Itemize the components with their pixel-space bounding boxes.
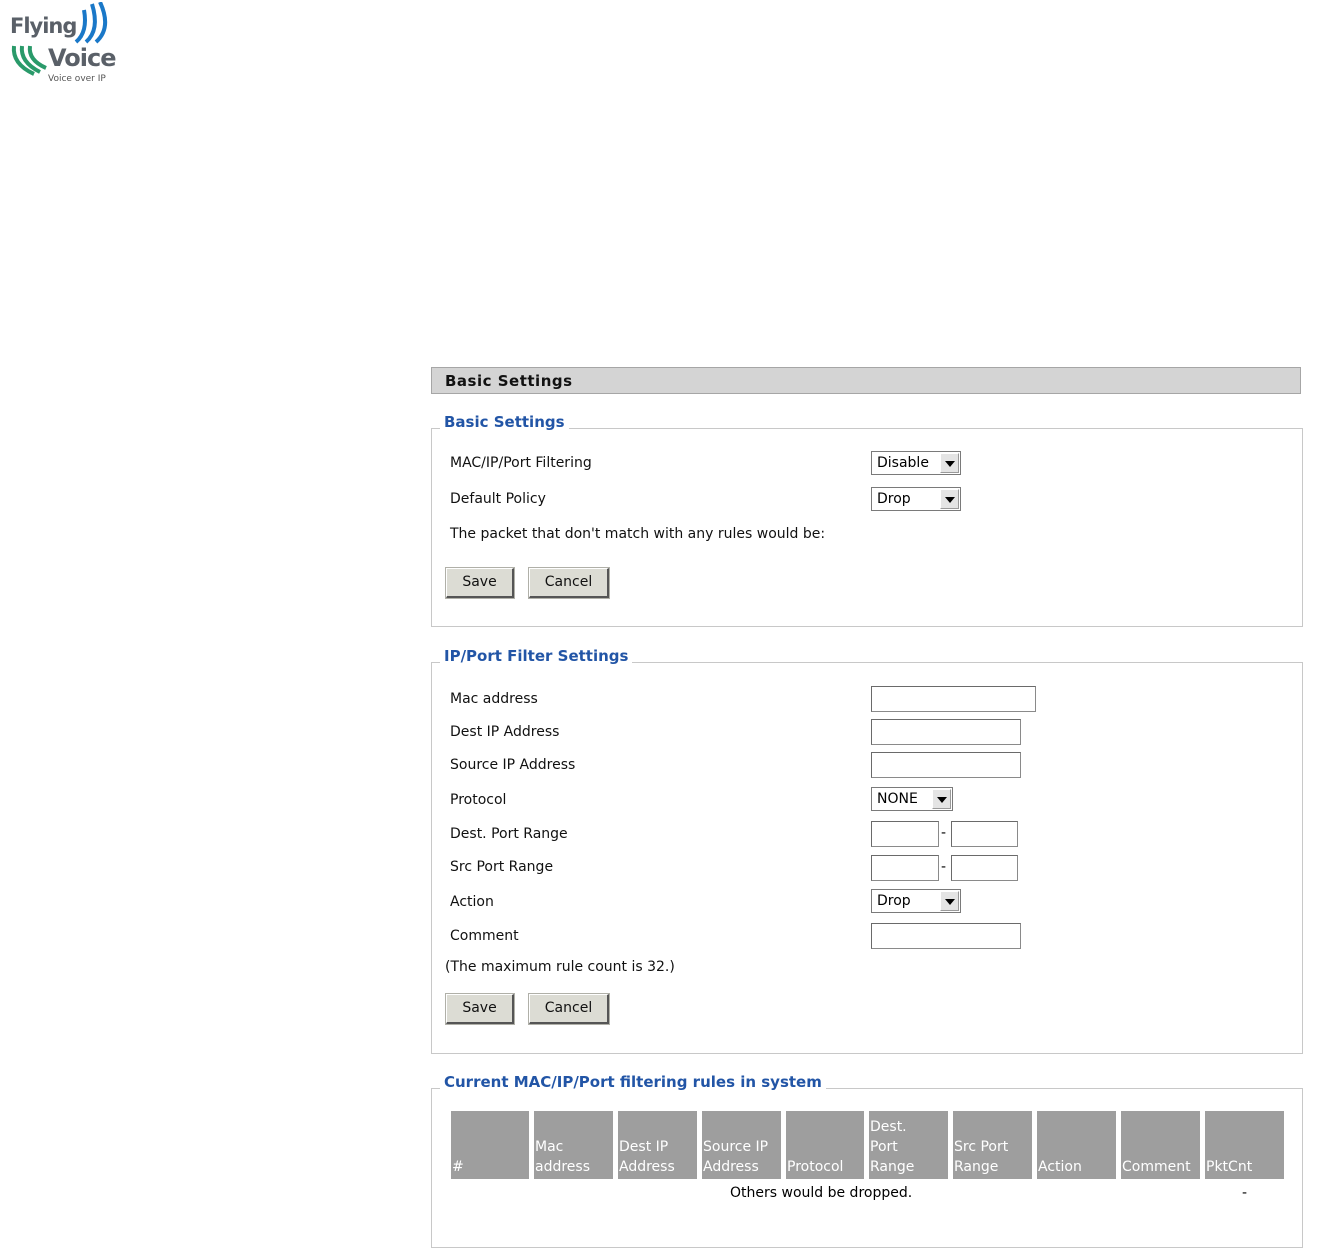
basic-save-button[interactable]: Save [445,567,515,599]
chevron-down-icon [932,789,951,809]
col-index: # [451,1111,529,1179]
filter-settings-legend: IP/Port Filter Settings [440,647,633,665]
filtering-value: Disable [877,455,929,471]
comment-field[interactable] [871,923,1021,949]
col-dest-port-range: Dest. Port Range [869,1111,948,1179]
filtering-select[interactable]: Disable [871,451,961,475]
dest-port-to-field[interactable] [951,821,1018,847]
protocol-select[interactable]: NONE [871,787,953,811]
source-ip-field[interactable] [871,752,1021,778]
default-rule-pktcnt: - [1242,1185,1248,1201]
flying-voice-logo: Flying Voice Voice over IP [8,2,118,92]
col-src-port-range: Src Port Range [953,1111,1032,1179]
action-select[interactable]: Drop [871,889,961,913]
dest-ip-label: Dest IP Address [450,724,560,740]
page-title: Basic Settings [431,367,1301,394]
current-rules-section: Current MAC/IP/Port filtering rules in s… [431,1073,1303,1248]
current-rules-legend: Current MAC/IP/Port filtering rules in s… [440,1073,826,1091]
logo-line2: Voice [48,44,116,72]
dest-port-from-field[interactable] [871,821,939,847]
action-value: Drop [877,893,911,909]
basic-settings-legend: Basic Settings [440,413,569,431]
col-protocol: Protocol [786,1111,864,1179]
mac-address-label: Mac address [450,691,538,707]
col-comment: Comment [1121,1111,1200,1179]
mac-address-field[interactable] [871,686,1036,712]
chevron-down-icon [940,453,959,473]
max-rule-note: (The maximum rule count is 32.) [445,959,675,975]
comment-label: Comment [450,928,519,944]
unmatched-note: The packet that don't match with any rul… [450,526,826,542]
default-rule-row-text: Others would be dropped. [730,1185,913,1201]
signal-waves-left-icon [11,45,47,76]
filter-save-button[interactable]: Save [445,993,515,1025]
dest-ip-field[interactable] [871,719,1021,745]
logo-tagline: Voice over IP [48,74,106,84]
filter-cancel-button[interactable]: Cancel [528,993,610,1025]
basic-settings-section: Basic Settings MAC/IP/Port Filtering Dis… [431,413,1303,627]
src-port-separator: - [941,859,947,875]
chevron-down-icon [940,489,959,509]
filter-settings-section: IP/Port Filter Settings Mac address Dest… [431,647,1303,1054]
default-policy-select[interactable]: Drop [871,487,961,511]
col-dest-ip: Dest IP Address [618,1111,697,1179]
col-mac-address: Mac address [534,1111,613,1179]
dest-port-range-label: Dest. Port Range [450,826,568,842]
col-source-ip: Source IP Address [702,1111,781,1179]
filtering-label: MAC/IP/Port Filtering [450,455,592,471]
dest-port-separator: - [941,825,947,841]
src-port-range-label: Src Port Range [450,859,554,875]
protocol-value: NONE [877,791,918,807]
default-policy-value: Drop [877,491,911,507]
src-port-from-field[interactable] [871,855,939,881]
basic-cancel-button[interactable]: Cancel [528,567,610,599]
signal-waves-icon [74,2,108,44]
col-pktcnt: PktCnt [1205,1111,1284,1179]
protocol-label: Protocol [450,792,507,808]
action-label: Action [450,894,494,910]
chevron-down-icon [940,891,959,911]
default-policy-label: Default Policy [450,491,546,507]
source-ip-label: Source IP Address [450,757,576,773]
src-port-to-field[interactable] [951,855,1018,881]
logo-line1: Flying [10,14,77,38]
col-action: Action [1037,1111,1116,1179]
